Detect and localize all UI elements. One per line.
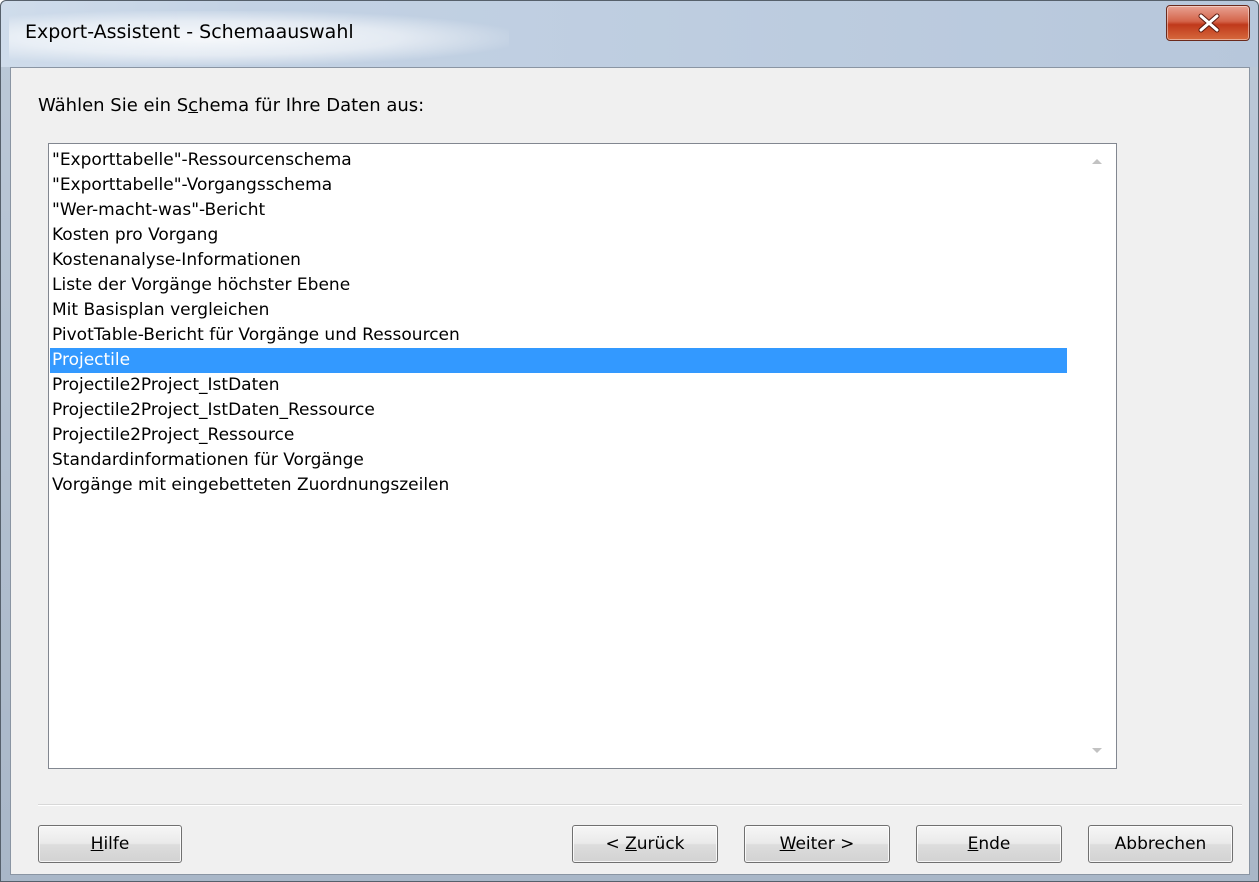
schema-list-item[interactable]: "Wer-macht-was"-Bericht [50,198,1067,223]
schema-list-item[interactable]: Kostenanalyse-Informationen [50,248,1067,273]
schema-list-items: "Exporttabelle"-Ressourcenschema "Exportt… [50,148,1067,498]
cancel-button[interactable]: Abbrechen [1088,825,1233,863]
close-icon [1198,13,1220,33]
schema-list-item[interactable]: Projectile2Project_IstDaten [50,373,1067,398]
export-wizard-dialog: Export-Assistent - Schemaauswahl Wählen … [0,0,1259,882]
next-button[interactable]: Weiter > [744,825,890,863]
finish-button[interactable]: Ende [916,825,1062,863]
back-button[interactable]: < Zurück [572,825,718,863]
button-separator [38,804,1242,806]
dialog-body: Wählen Sie ein Schema für Ihre Daten aus… [10,67,1250,875]
schema-list-item[interactable]: PivotTable-Bericht für Vorgänge und Ress… [50,323,1067,348]
schema-list-item[interactable]: Mit Basisplan vergleichen [50,298,1067,323]
schema-list-item[interactable]: "Exporttabelle"-Ressourcenschema [50,148,1067,173]
window-title: Export-Assistent - Schemaauswahl [25,21,354,43]
prompt-accelerator: c [188,95,199,116]
schema-list-item[interactable]: Projectile2Project_Ressource [50,423,1067,448]
schema-prompt-label: Wählen Sie ein Schema für Ihre Daten aus… [38,95,425,116]
scroll-down-arrow-icon[interactable] [1092,748,1102,753]
schema-list-item[interactable]: Vorgänge mit eingebetteten Zuordnungszei… [50,473,1067,498]
close-button[interactable] [1166,5,1250,41]
schema-list-item[interactable]: Standardinformationen für Vorgänge [50,448,1067,473]
schema-listbox[interactable]: "Exporttabelle"-Ressourcenschema "Exportt… [48,143,1117,769]
scroll-up-arrow-icon[interactable] [1092,159,1102,164]
schema-list-item[interactable]: Projectile2Project_IstDaten_Ressource [50,398,1067,423]
title-bar[interactable]: Export-Assistent - Schemaauswahl [1,1,1258,67]
schema-list-item[interactable]: Liste der Vorgänge höchster Ebene [50,273,1067,298]
schema-list-item[interactable]: Kosten pro Vorgang [50,223,1067,248]
vertical-scrollbar[interactable] [1078,144,1116,768]
schema-list-item[interactable]: "Exporttabelle"-Vorgangsschema [50,173,1067,198]
schema-list-item[interactable]: Projectile [50,348,1067,373]
help-button[interactable]: Hilfe [38,825,182,863]
